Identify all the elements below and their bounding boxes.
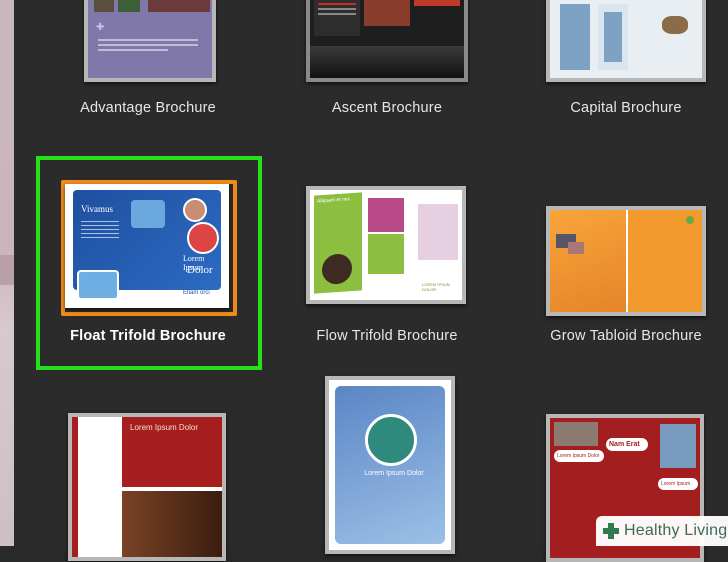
- flow-thumb-heading: Aliquam et nec: [317, 196, 351, 205]
- flow-trifold-thumbnail: Aliquam et nec LOREM IPSUM DOLOR: [306, 186, 466, 304]
- advantage-thumbnail: ✚: [84, 0, 216, 82]
- float-thumb-title-2: Dolor: [187, 264, 213, 276]
- float-thumb-heading: Vivamus: [81, 204, 113, 214]
- sports-bubble-1: Lorem Ipsum Dolor: [554, 450, 604, 462]
- template-label: Grow Tabloid Brochure: [550, 328, 702, 344]
- grow-tabloid-thumbnail: [546, 206, 706, 316]
- lorem-red-thumbnail: Lorem Ipsum Dolor: [68, 413, 226, 561]
- template-label: Float Trifold Brochure: [70, 328, 226, 344]
- flow-thumb-footer: LOREM IPSUM DOLOR: [422, 282, 451, 292]
- float-trifold-thumbnail: Vivamus Lorem Ipsum Dolor Etiam orci: [65, 184, 229, 308]
- template-label: Ascent Brochure: [331, 100, 443, 116]
- template-label: Capital Brochure: [570, 100, 682, 116]
- cross-logo-icon: [603, 523, 619, 539]
- template-label: Advantage Brochure: [80, 100, 216, 116]
- watermark-brand: Healthy Living: [624, 522, 728, 539]
- sports-bubble-2: Nam Erat: [606, 438, 648, 451]
- healthy-living-watermark: Healthy Living: [596, 516, 728, 546]
- lorem-blue-thumb-title: Lorem Ipsum Dolor: [364, 470, 424, 477]
- lorem-red-thumb-title: Lorem Ipsum Dolor: [130, 423, 199, 432]
- sports-bubble-3: Lorem Ipsum: [658, 478, 698, 490]
- template-label: Flow Trifold Brochure: [316, 328, 458, 344]
- ascent-thumbnail: [306, 0, 468, 82]
- left-panel-edge: [0, 0, 14, 546]
- lorem-blue-thumbnail: Lorem Ipsum Dolor: [325, 376, 455, 554]
- capital-thumbnail: [546, 0, 706, 82]
- float-thumb-small-heading: Etiam orci: [183, 290, 210, 296]
